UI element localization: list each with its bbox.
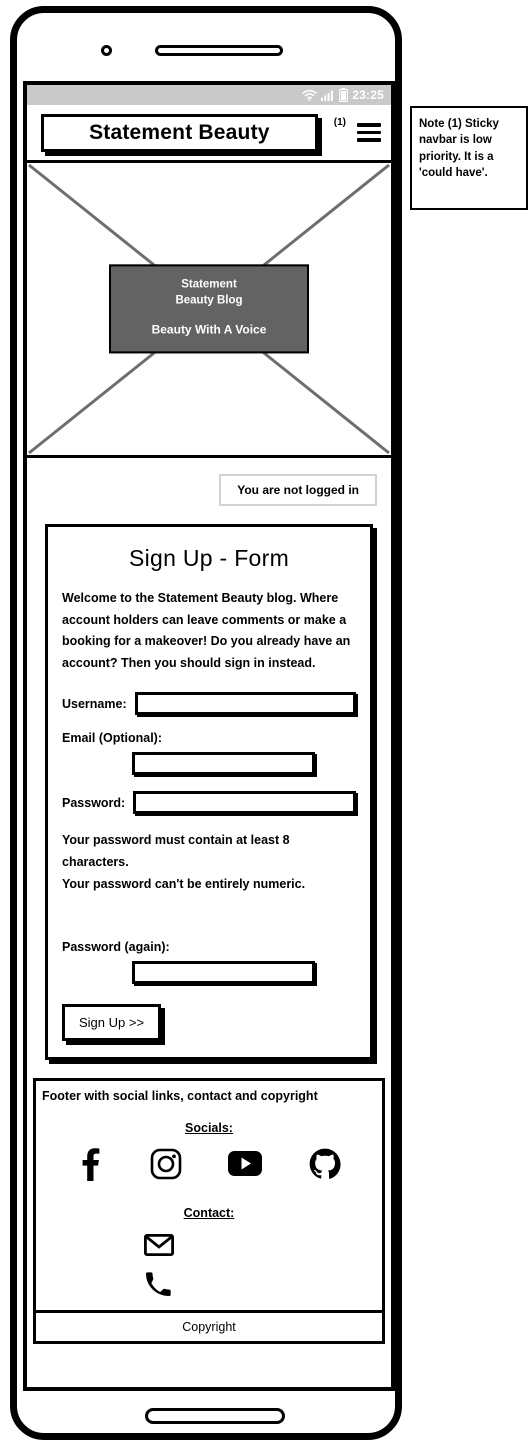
phone-icon[interactable] (144, 1270, 174, 1300)
email-label: Email (Optional): (62, 731, 162, 745)
hero-overlay-caption: Statement Beauty Blog Beauty With A Voic… (109, 264, 309, 354)
footer: Footer with social links, contact and co… (33, 1077, 385, 1344)
password-help-line-1: Your password must contain at least 8 ch… (62, 833, 290, 869)
youtube-icon[interactable] (228, 1151, 263, 1181)
login-status-row: You are not logged in (27, 458, 391, 524)
hero-image-placeholder: Statement Beauty Blog Beauty With A Voic… (27, 163, 391, 458)
status-bar: 23:25 (27, 85, 391, 105)
annotation-note: Note (1) Sticky navbar is low priority. … (410, 106, 528, 210)
copyright-bar: Copyright (36, 1309, 382, 1341)
battery-icon (339, 88, 349, 102)
instagram-icon[interactable] (150, 1148, 182, 1185)
contact-heading: Contact: (183, 1205, 235, 1220)
wireframe-canvas: 23:25 Statement Beauty (1) Statement Bea… (0, 0, 532, 1446)
signup-submit-button[interactable]: Sign Up >> (62, 1003, 162, 1041)
hamburger-menu-icon[interactable] (357, 123, 381, 142)
form-title: Sign Up - Form (128, 545, 290, 571)
field-password: Password: (62, 791, 356, 814)
earpiece-speaker (155, 45, 283, 56)
navbar: Statement Beauty (1) (27, 105, 391, 163)
status-bar-clock: 23:25 (352, 88, 384, 102)
form-description: Welcome to the Statement Beauty blog. Wh… (62, 591, 351, 670)
password-confirm-input[interactable] (132, 960, 315, 984)
brand-logo-button[interactable]: Statement Beauty (41, 113, 318, 152)
phone-frame: 23:25 Statement Beauty (1) Statement Bea… (10, 6, 402, 1440)
username-input[interactable] (134, 692, 356, 715)
field-email: Email (Optional): (62, 731, 356, 775)
socials-heading: Socials: (185, 1120, 233, 1135)
phone-screen: 23:25 Statement Beauty (1) Statement Bea… (23, 81, 395, 1391)
hamburger-bar (357, 138, 381, 142)
cellular-signal-icon (321, 89, 335, 101)
field-username: Username: (62, 692, 356, 715)
brand-title: Statement Beauty (89, 120, 270, 144)
email-icon[interactable] (144, 1230, 174, 1260)
hero-title-line-1: Statement (181, 278, 237, 291)
field-password-confirm: Password (again): (62, 940, 356, 984)
wifi-icon (302, 89, 318, 101)
hero-tagline: Beauty With A Voice (151, 322, 267, 337)
front-camera-icon (101, 45, 112, 56)
hero-title-line-2: Beauty Blog (175, 293, 243, 306)
hamburger-bar (357, 123, 381, 127)
password-confirm-label: Password (again): (62, 939, 170, 954)
home-button[interactable] (145, 1408, 285, 1424)
hamburger-bar (357, 130, 381, 135)
username-label: Username: (62, 696, 127, 711)
password-input[interactable] (133, 791, 356, 814)
password-label: Password: (62, 795, 126, 810)
socials-row (36, 1143, 382, 1192)
login-status-badge: You are not logged in (219, 474, 377, 506)
footer-note: Footer with social links, contact and co… (42, 1088, 318, 1103)
facebook-icon[interactable] (77, 1147, 103, 1186)
signup-form-card: Sign Up - Form Welcome to the Statement … (45, 524, 373, 1060)
email-input[interactable] (132, 752, 315, 775)
contact-list (36, 1228, 382, 1310)
password-help-line-2: Your password can't be entirely numeric. (62, 876, 306, 891)
note-reference-marker: (1) (333, 117, 346, 128)
github-icon[interactable] (309, 1148, 341, 1185)
